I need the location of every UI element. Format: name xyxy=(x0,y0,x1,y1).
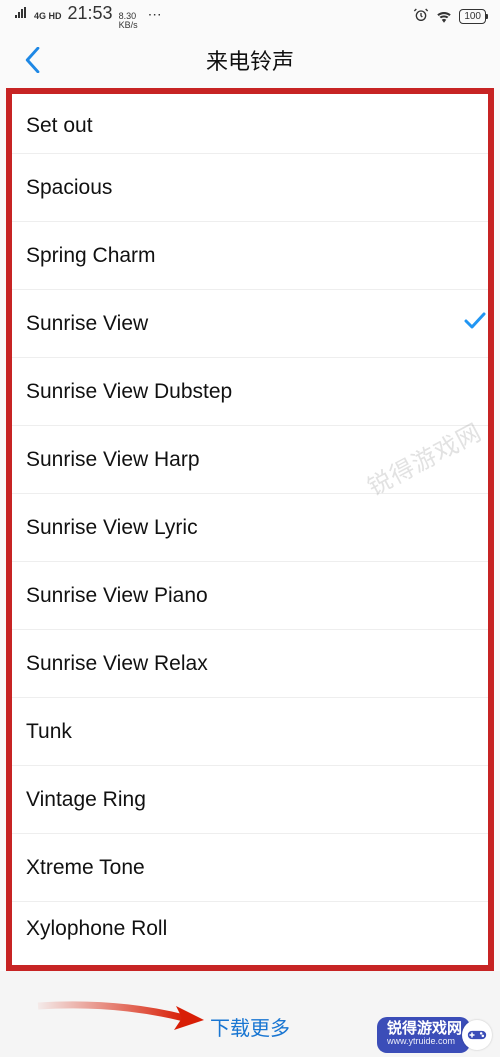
clock-time: 21:53 xyxy=(68,3,113,24)
ringtone-item[interactable]: Sunrise View Harp xyxy=(12,426,488,494)
ringtone-name: Sunrise View Harp xyxy=(26,448,200,472)
ringtone-item[interactable]: Sunrise View Relax xyxy=(12,630,488,698)
battery-indicator: 100 xyxy=(459,9,486,24)
status-right: 100 xyxy=(413,7,486,26)
page-title: 来电铃声 xyxy=(0,44,500,76)
ringtone-name: Sunrise View Piano xyxy=(26,584,208,608)
ringtone-name: Vintage Ring xyxy=(26,788,146,812)
ringtone-item[interactable]: Spacious xyxy=(12,154,488,222)
ringtone-name: Sunrise View Relax xyxy=(26,652,208,676)
ringtone-item[interactable]: Sunrise View Dubstep xyxy=(12,358,488,426)
ringtone-item[interactable]: Spring Charm xyxy=(12,222,488,290)
ringtone-name: Set out xyxy=(26,114,93,138)
ringtone-name: Xylophone Roll xyxy=(26,917,167,941)
ringtone-item[interactable]: Vintage Ring xyxy=(12,766,488,834)
status-left: 4G HD 21:53 8.30 KB/s ⋯ xyxy=(14,3,163,30)
ringtone-item[interactable]: Sunrise View xyxy=(12,290,488,358)
ringtone-name: Spacious xyxy=(26,176,112,200)
ringtone-name: Spring Charm xyxy=(26,244,156,268)
wifi-icon xyxy=(435,9,453,23)
network-type: 4G HD xyxy=(34,12,62,20)
ringtone-item[interactable]: Sunrise View Piano xyxy=(12,562,488,630)
network-speed: 8.30 KB/s xyxy=(119,12,138,30)
ringtone-name: Tunk xyxy=(26,720,72,744)
ringtone-name: Xtreme Tone xyxy=(26,856,145,880)
ringtone-list-highlight-box: Set out Spacious Spring Charm Sunrise View S… xyxy=(6,88,494,971)
ringtone-list[interactable]: Set out Spacious Spring Charm Sunrise View S… xyxy=(12,94,488,956)
page-header: 来电铃声 xyxy=(0,32,500,88)
alarm-icon xyxy=(413,7,429,26)
check-icon xyxy=(464,312,486,336)
ringtone-item[interactable]: Set out xyxy=(12,94,488,154)
bottom-bar: 下载更多 xyxy=(0,971,500,1057)
annotation-arrow xyxy=(36,996,206,1037)
signal-indicator xyxy=(14,7,28,22)
ringtone-item[interactable]: Sunrise View Lyric xyxy=(12,494,488,562)
more-icon: ⋯ xyxy=(148,6,163,23)
chevron-left-icon xyxy=(24,47,40,73)
ringtone-item[interactable]: Tunk xyxy=(12,698,488,766)
ringtone-name: Sunrise View xyxy=(26,312,148,336)
ringtone-item[interactable]: Xtreme Tone xyxy=(12,834,488,902)
ringtone-name: Sunrise View Dubstep xyxy=(26,380,232,404)
ringtone-name: Sunrise View Lyric xyxy=(26,516,198,540)
back-button[interactable] xyxy=(12,40,52,80)
download-more-button[interactable]: 下载更多 xyxy=(210,1012,290,1041)
ringtone-item[interactable]: Xylophone Roll xyxy=(12,902,488,956)
status-bar: 4G HD 21:53 8.30 KB/s ⋯ 100 xyxy=(0,0,500,32)
